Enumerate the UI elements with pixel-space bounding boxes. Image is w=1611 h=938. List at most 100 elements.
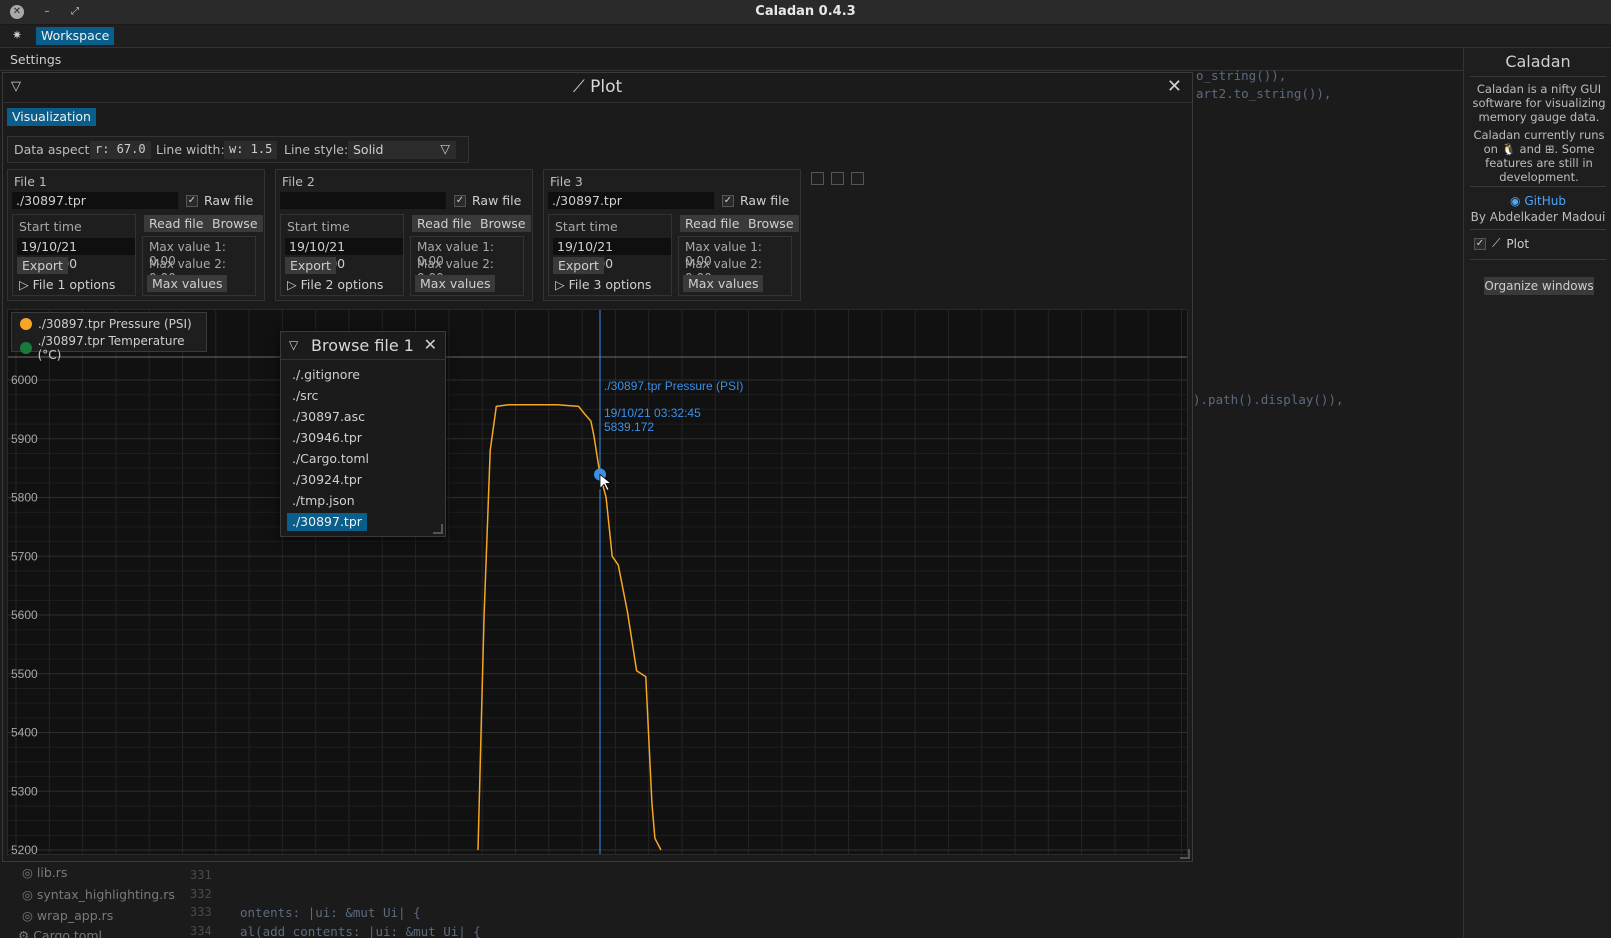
line-chart[interactable]: 6000 5900 5800 5700 5600 5500 5400 5300 5200 ./3… [8, 310, 1188, 855]
file-2-raw-checkbox[interactable]: ✓ Raw file [454, 193, 521, 208]
browse-list-item[interactable]: ./tmp.json [287, 492, 360, 510]
gear-icon[interactable]: ✷ [12, 28, 22, 42]
max-values-button[interactable]: Max values [147, 275, 228, 292]
max-values-button[interactable]: Max values [415, 275, 496, 292]
line-number: 334 [190, 924, 212, 938]
read-file-button[interactable]: Read file [144, 215, 209, 232]
chart-icon: ⟋ [1492, 236, 1501, 250]
line-number: 333 [190, 905, 212, 919]
browse-button[interactable]: Browse [207, 215, 263, 232]
line-style-label: Line style: [284, 142, 349, 157]
menu-bar: ✷ Workspace [0, 25, 1611, 48]
checkbox[interactable]: ✓ [186, 194, 198, 207]
file-3-options-toggle[interactable]: ▷ File 3 options [555, 277, 651, 292]
browse-list-item-selected[interactable]: ./30897.tpr [287, 513, 367, 531]
start-time-label: Start time [555, 219, 618, 234]
browse-list-item[interactable]: ./30946.tpr [287, 429, 367, 447]
y-tick-label: 5900 [11, 432, 38, 446]
plot-area[interactable]: 6000 5900 5800 5700 5600 5500 5400 5300 5200 ./3… [7, 309, 1188, 855]
export-button[interactable]: Export [17, 257, 68, 274]
file-3-path-input[interactable]: ./30897.tpr [548, 192, 714, 209]
file-1-path-input[interactable]: ./30897.tpr [12, 192, 178, 209]
settings-menu[interactable]: Settings [10, 52, 61, 67]
hover-value-label: 5839.172 [604, 420, 654, 434]
plot-window-title: ⟋ Plot [572, 77, 623, 97]
window-title: Caladan 0.4.3 [755, 4, 856, 19]
hover-time-label: 19/10/21 03:32:45 [604, 406, 701, 420]
checkbox[interactable]: ✓ [722, 194, 734, 207]
export-button[interactable]: Export [285, 257, 336, 274]
legend-item[interactable]: ./30897.tpr Temperature (°C) [20, 334, 206, 362]
plot-window: ▽ ⟋ Plot ✕ Visualization Data aspect: r:… [2, 72, 1193, 862]
github-link[interactable]: ◉ GitHub [1464, 194, 1611, 208]
browse-button[interactable]: Browse [475, 215, 531, 232]
legend-swatch [20, 342, 32, 354]
export-button[interactable]: Export [553, 257, 604, 274]
side-panel: Caladan Caladan is a nifty GUI software … [1463, 48, 1611, 938]
max-values-group: Max value 1: 0.00 Max value 2: 0.00 Max … [142, 236, 256, 296]
close-icon[interactable]: ✕ [1167, 76, 1182, 97]
workspace-tab[interactable]: Workspace [36, 27, 115, 45]
hover-series-label: ./30897.tpr Pressure (PSI) [604, 379, 743, 393]
y-tick-label: 5700 [11, 549, 38, 563]
start-time-input[interactable]: 19/10/21 00:00:00 [17, 238, 135, 271]
chevron-down-icon: ▽ [440, 141, 450, 156]
legend-item[interactable]: ./30897.tpr Pressure (PSI) [20, 317, 192, 331]
data-aspect-label: Data aspect: [14, 142, 94, 157]
browse-list-item[interactable]: ./.gitignore [287, 366, 365, 384]
browse-button[interactable]: Browse [743, 215, 799, 232]
file-tree-item[interactable]: ◎ syntax_highlighting.rs [22, 887, 175, 902]
max-values-button[interactable]: Max values [683, 275, 764, 292]
file-1-options-toggle[interactable]: ▷ File 1 options [19, 277, 115, 292]
code-line: al(add_contents: |ui: &mut Ui| { [240, 924, 481, 938]
file-3-panel: File 3 ./30897.tpr ✓ Raw file Start time … [543, 169, 801, 301]
file-tree-item[interactable]: ◎ lib.rs [22, 865, 67, 880]
y-tick-label: 6000 [11, 373, 38, 387]
resize-handle[interactable] [1180, 849, 1190, 859]
collapse-icon[interactable]: ▽ [289, 338, 298, 352]
start-time-label: Start time [287, 219, 350, 234]
series-line-pressure [477, 403, 662, 851]
line-width-input[interactable]: w: 1.5 [224, 141, 278, 159]
line-number: 331 [190, 868, 212, 882]
file-tree-item[interactable]: ◎ wrap_app.rs [22, 908, 113, 923]
browse-popup-header: ▽ Browse file 1 ✕ [281, 332, 445, 360]
file-3-title: File 3 [550, 174, 583, 189]
resize-handle[interactable] [433, 524, 443, 534]
read-file-button[interactable]: Read file [412, 215, 477, 232]
browse-list-item[interactable]: ./30897.asc [287, 408, 370, 426]
checkbox[interactable] [851, 172, 864, 185]
checkbox[interactable] [831, 172, 844, 185]
tab-visualization[interactable]: Visualization [7, 108, 96, 126]
side-panel-title: Caladan [1505, 52, 1571, 71]
read-file-button[interactable]: Read file [680, 215, 745, 232]
start-time-group: Start time 19/10/21 00:00:00 Export ▷ Fi… [548, 214, 672, 296]
y-tick-label: 5600 [11, 608, 38, 622]
file-3-raw-checkbox[interactable]: ✓ Raw file [722, 193, 789, 208]
y-tick-label: 5500 [11, 667, 38, 681]
chart-legend[interactable]: ./30897.tpr Pressure (PSI) ./30897.tpr T… [11, 312, 207, 362]
organize-windows-button[interactable]: Organize windows [1484, 277, 1594, 295]
browse-list-item[interactable]: ./30924.tpr [287, 471, 367, 489]
file-2-path-input[interactable] [280, 192, 446, 209]
checkbox[interactable]: ✓ [454, 194, 466, 207]
file-1-panel: File 1 ./30897.tpr ✓ Raw file Start time … [7, 169, 265, 301]
plot-window-toggle[interactable]: ✓ ⟋ Plot [1474, 236, 1529, 251]
start-time-input[interactable]: 19/10/21 00:00:00 [553, 238, 671, 271]
divider [1470, 76, 1606, 77]
browse-list-item[interactable]: ./src [287, 387, 323, 405]
browse-list-item[interactable]: ./Cargo.toml [287, 450, 374, 468]
y-tick-label: 5300 [11, 784, 38, 798]
author-label: By Abdelkader Madoui [1470, 210, 1606, 224]
line-style-select[interactable]: Solid ▽ [348, 141, 456, 159]
mouse-cursor-icon [599, 473, 613, 492]
checkbox[interactable]: ✓ [1474, 237, 1486, 250]
start-time-input[interactable]: 19/10/21 00:00:00 [285, 238, 403, 271]
file-1-raw-checkbox[interactable]: ✓ Raw file [186, 193, 253, 208]
checkbox[interactable] [811, 172, 824, 185]
data-aspect-input[interactable]: r: 67.0 [90, 141, 151, 159]
start-time-group: Start time 19/10/21 00:00:00 Export ▷ Fi… [12, 214, 136, 296]
file-tree-item[interactable]: ⚙ Cargo.toml [18, 928, 102, 938]
close-icon[interactable]: ✕ [424, 335, 437, 354]
file-2-options-toggle[interactable]: ▷ File 2 options [287, 277, 383, 292]
